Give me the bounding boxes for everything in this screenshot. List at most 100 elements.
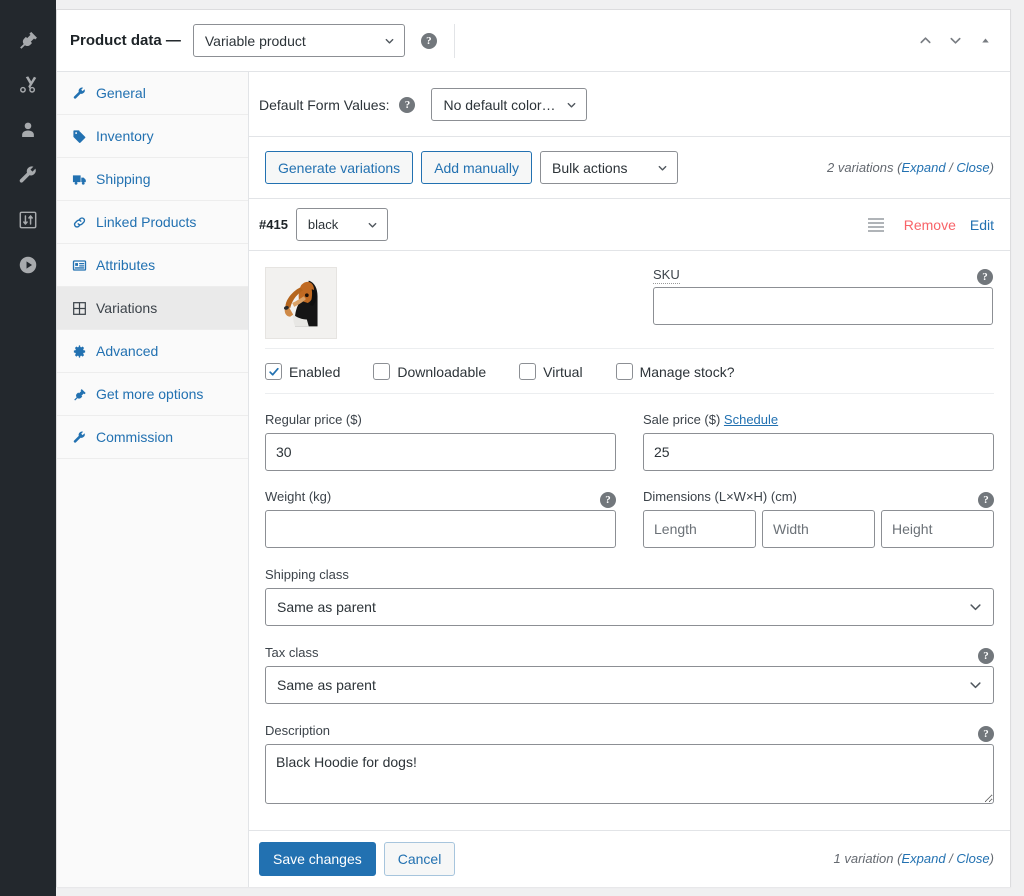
- variations-count: 2 variations (Expand / Close): [827, 160, 994, 175]
- sale-price-label: Sale price ($) Schedule: [643, 412, 779, 427]
- tab-shipping[interactable]: Shipping: [57, 158, 248, 201]
- tab-advanced[interactable]: Advanced: [57, 330, 248, 373]
- wrench-icon[interactable]: [16, 163, 40, 187]
- sku-help-icon[interactable]: ?: [977, 269, 993, 285]
- close-link[interactable]: Close: [956, 160, 989, 175]
- regular-price-input[interactable]: [265, 433, 616, 471]
- product-type-select[interactable]: Variable product: [192, 24, 405, 57]
- description-label: Description: [265, 723, 331, 738]
- variation-id: #415: [259, 217, 288, 232]
- variations-footer: Save changes Cancel 1 variation (Expand …: [249, 830, 1010, 886]
- move-up-button[interactable]: [912, 28, 938, 54]
- footer-close-link[interactable]: Close: [956, 851, 989, 866]
- tax-class-help-icon[interactable]: ?: [978, 647, 994, 664]
- remove-variation-link[interactable]: Remove: [904, 217, 956, 233]
- virtual-checkbox[interactable]: Virtual: [519, 363, 583, 380]
- play-icon[interactable]: [16, 253, 40, 277]
- page-title: Product data —: [70, 32, 181, 49]
- shipping-class-value: Same as parent: [277, 599, 376, 615]
- sliders-icon[interactable]: [16, 208, 40, 232]
- truck-icon: [71, 171, 87, 187]
- dimensions-label: Dimensions (L×W×H) (cm): [643, 489, 797, 504]
- checkbox-label: Manage stock?: [639, 363, 735, 380]
- scissors-icon[interactable]: [16, 73, 40, 97]
- width-input[interactable]: [762, 510, 875, 548]
- variations-count-text: 2 variations: [827, 160, 898, 175]
- weight-help-icon[interactable]: ?: [600, 491, 616, 508]
- shipping-class-select[interactable]: Same as parent: [265, 588, 994, 626]
- save-changes-button[interactable]: Save changes: [259, 841, 376, 876]
- generate-variations-button[interactable]: Generate variations: [265, 151, 414, 184]
- checkbox-label: Virtual: [543, 363, 583, 380]
- tab-get-more-options[interactable]: Get more options: [57, 373, 248, 416]
- tab-label: Linked Products: [96, 214, 197, 230]
- footer-links-separator: /: [945, 851, 957, 866]
- default-form-values-label: Default Form Values:: [259, 96, 390, 113]
- move-down-button[interactable]: [942, 28, 968, 54]
- plug-icon[interactable]: [16, 28, 40, 52]
- description-group: Description ?: [265, 723, 994, 807]
- toggle-panel-button[interactable]: [972, 28, 998, 54]
- plug-icon: [71, 386, 87, 402]
- variation-attribute-select[interactable]: black: [295, 208, 388, 241]
- dimensions-help-icon[interactable]: ?: [978, 491, 994, 508]
- schedule-link[interactable]: Schedule: [724, 412, 778, 427]
- variation-thumbnail[interactable]: [265, 267, 337, 339]
- footer-variations-count: 1 variation (Expand / Close): [833, 851, 994, 866]
- enabled-checkbox[interactable]: Enabled: [265, 363, 340, 380]
- metabox-body: General Inventory Shipping Linked Produc…: [57, 72, 1010, 887]
- bulk-actions-select[interactable]: Bulk actions: [540, 151, 679, 184]
- tab-label: Commission: [96, 429, 174, 445]
- tab-inventory[interactable]: Inventory: [57, 115, 248, 158]
- weight-input[interactable]: [265, 510, 616, 548]
- dog-in-black-hoodie-image: [266, 268, 336, 338]
- metabox-header: Product data — Variable product ?: [57, 10, 1010, 72]
- expand-link[interactable]: Expand: [901, 160, 945, 175]
- tab-linked-products[interactable]: Linked Products: [57, 201, 248, 244]
- product-type-help-icon[interactable]: ?: [420, 32, 437, 49]
- tab-variations[interactable]: Variations: [57, 287, 248, 330]
- sku-input[interactable]: [653, 287, 993, 325]
- length-input[interactable]: [643, 510, 756, 548]
- downloadable-checkbox[interactable]: Downloadable: [373, 363, 486, 380]
- height-input[interactable]: [881, 510, 994, 548]
- default-form-values-help-icon[interactable]: ?: [399, 96, 416, 113]
- tab-commission[interactable]: Commission: [57, 416, 248, 459]
- tax-class-value: Same as parent: [277, 677, 376, 693]
- cancel-button[interactable]: Cancel: [383, 841, 456, 876]
- add-manually-button[interactable]: Add manually: [421, 151, 533, 184]
- sale-price-input[interactable]: [643, 433, 994, 471]
- tab-attributes[interactable]: Attributes: [57, 244, 248, 287]
- edit-variation-link[interactable]: Edit: [970, 217, 994, 233]
- product-type-value: Variable product: [204, 32, 306, 49]
- variations-panel: Default Form Values: ? No default color……: [249, 72, 1010, 887]
- checkbox-box: [265, 363, 282, 380]
- shipping-class-group: Shipping class Same as parent: [265, 567, 994, 626]
- tab-label: Attributes: [96, 257, 156, 273]
- default-color-select[interactable]: No default color…: [431, 88, 587, 121]
- chevron-down-icon: [658, 165, 667, 171]
- tax-class-select[interactable]: Same as parent: [265, 666, 994, 704]
- links-separator: /: [945, 160, 957, 175]
- manage-stock-checkbox[interactable]: Manage stock?: [615, 363, 735, 380]
- tab-label: Shipping: [96, 171, 151, 187]
- chevron-down-icon: [970, 682, 981, 689]
- default-form-values-row: Default Form Values: ? No default color…: [249, 72, 1010, 137]
- header-divider: [453, 23, 455, 58]
- price-row: Regular price ($) Sale price ($) Schedul…: [265, 412, 994, 471]
- drag-handle-icon[interactable]: [867, 217, 884, 232]
- footer-expand-link[interactable]: Expand: [901, 851, 945, 866]
- description-textarea[interactable]: [265, 744, 994, 804]
- tab-general[interactable]: General: [57, 72, 248, 115]
- sku-label: SKU: [653, 267, 680, 284]
- chevron-down-icon: [567, 102, 575, 108]
- checkbox-box: [519, 363, 537, 380]
- chevron-down-icon: [970, 604, 981, 611]
- checkbox-label: Downloadable: [397, 363, 487, 380]
- user-icon[interactable]: [16, 118, 40, 142]
- wrench-icon: [71, 429, 87, 445]
- tab-label: General: [96, 85, 146, 101]
- bulk-actions-value: Bulk actions: [552, 159, 628, 176]
- thumbnail-sku-row: SKU ?: [265, 267, 994, 339]
- description-help-icon[interactable]: ?: [978, 725, 994, 742]
